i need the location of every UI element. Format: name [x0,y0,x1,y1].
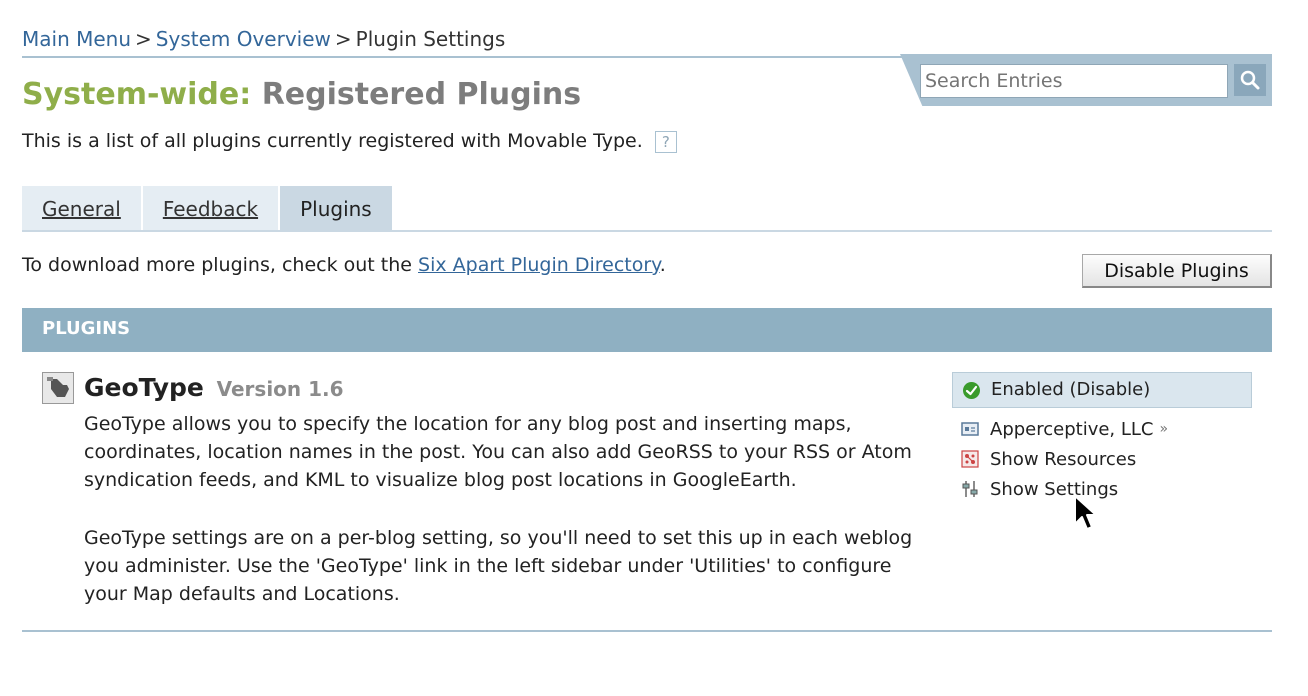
download-prefix: To download more plugins, check out the [22,254,412,276]
tab-plugins[interactable]: Plugins [280,186,392,232]
settings-icon [960,479,980,499]
help-icon[interactable]: ? [654,130,677,153]
breadcrumb-separator: > [334,27,352,51]
plugins-section-header: PLUGINS [22,308,1272,352]
plugin-name: GeoType [84,373,204,402]
plugin-links: Apperceptive, LLC » Show Resources Show … [960,414,1168,504]
section-heading: PLUGINS [42,318,131,339]
external-link-arrow: » [1159,421,1169,437]
show-resources-link[interactable]: Show Resources [960,444,1168,474]
page-title-text: Registered Plugins [261,77,582,112]
enabled-disable-toggle[interactable]: Enabled (Disable) [991,378,1150,402]
download-note: To download more plugins, check out the … [22,252,666,278]
page-title: System-wide: Registered Plugins [22,76,581,114]
breadcrumb-system-overview[interactable]: System Overview [156,27,331,51]
breadcrumb-main-menu[interactable]: Main Menu [22,27,131,51]
search-input[interactable] [920,64,1228,98]
tab-feedback[interactable]: Feedback [142,186,279,232]
search-button[interactable] [1234,64,1266,96]
tab-bar: General Feedback Plugins [22,186,394,232]
header-divider [22,56,912,58]
check-circle-icon [963,382,980,399]
tab-general[interactable]: General [22,186,141,232]
plugin-title: GeoType Version 1.6 [84,372,344,405]
breadcrumb-separator: > [135,27,152,51]
breadcrumb: Main Menu > System Overview > Plugin Setting… [22,27,505,51]
show-settings-link[interactable]: Show Settings [960,474,1168,504]
plugin-icon [42,372,74,404]
author-name: Apperceptive, LLC [990,418,1154,440]
download-suffix: . [659,254,666,276]
plugin-status: Enabled (Disable) [952,372,1252,408]
tabs-divider [22,230,1272,232]
author-link[interactable]: Apperceptive, LLC » [960,414,1168,444]
disable-plugins-button[interactable]: Disable Plugins [1082,254,1272,288]
show-resources-label: Show Resources [990,448,1137,470]
search-icon [1240,70,1260,90]
resources-icon [960,449,980,469]
mouse-cursor-icon [1072,494,1102,534]
plugin-divider [22,630,1272,632]
plugin-version: Version 1.6 [216,377,344,401]
intro-text: This is a list of all plugins currently … [22,130,643,152]
author-card-icon [960,419,980,439]
plugin-description: GeoType allows you to specify the locati… [84,410,934,638]
plugin-description-para-2: GeoType settings are on a per-blog setti… [84,527,913,605]
plugin-directory-link[interactable]: Six Apart Plugin Directory [418,254,660,276]
page-title-scope: System-wide: [22,77,252,112]
plugin-description-para-1: GeoType allows you to specify the locati… [84,413,912,491]
page-intro: This is a list of all plugins currently … [22,128,677,154]
breadcrumb-current: Plugin Settings [355,27,506,51]
search-box [900,54,1272,106]
